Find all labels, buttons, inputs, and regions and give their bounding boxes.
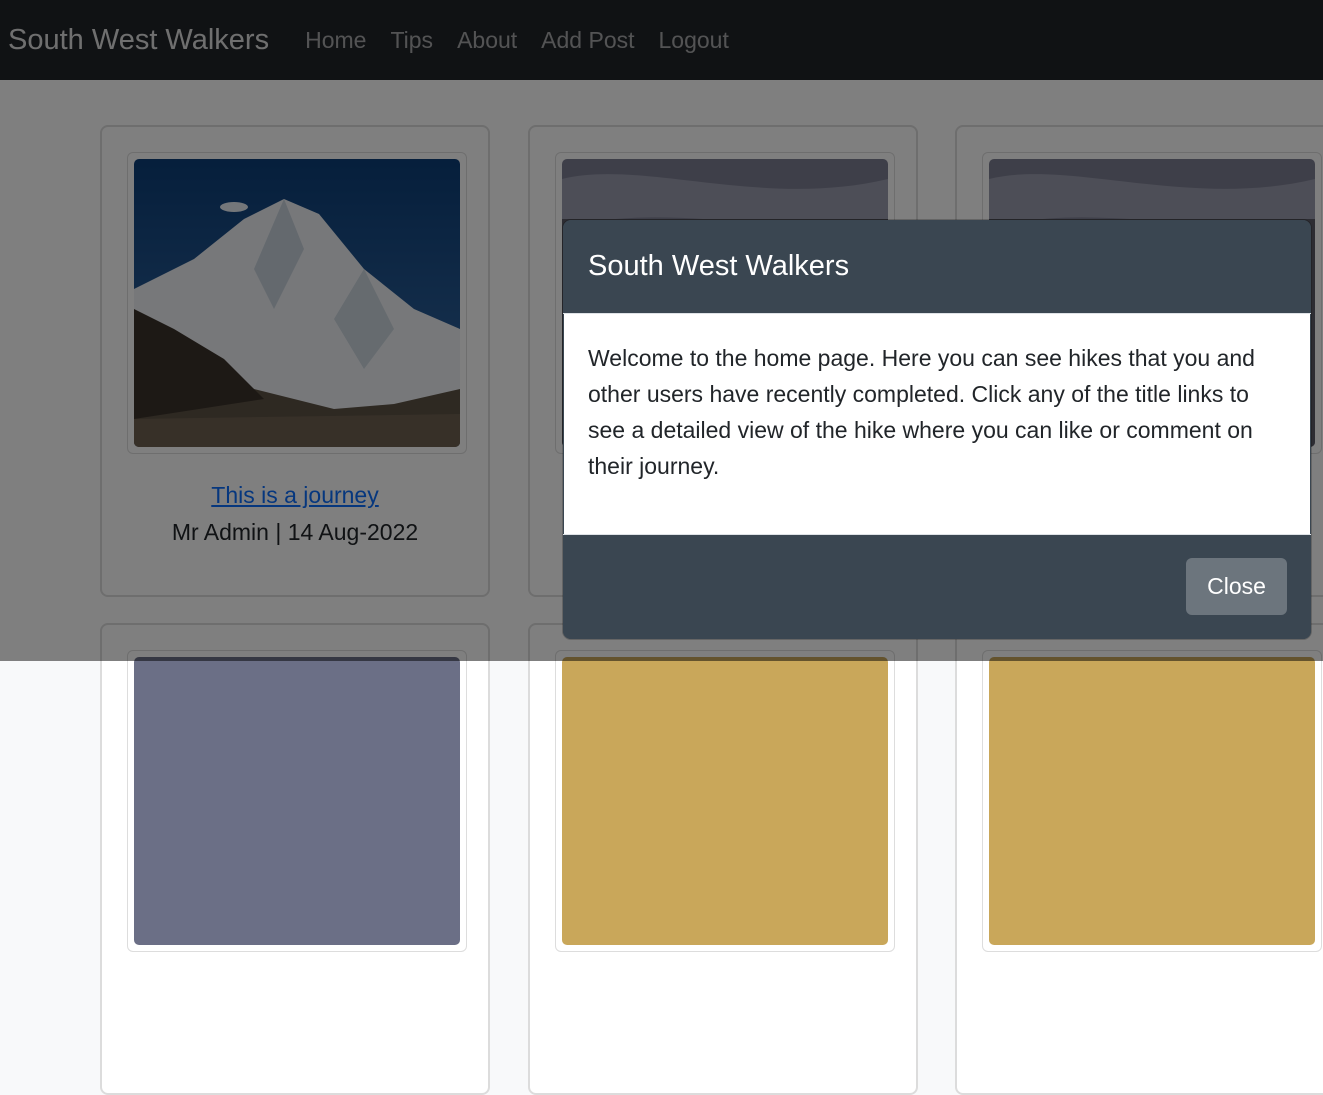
- post-thumbnail: [982, 650, 1322, 952]
- modal-header: South West Walkers: [563, 220, 1311, 314]
- post-thumbnail: [555, 650, 895, 952]
- modal-body: Welcome to the home page. Here you can s…: [564, 314, 1310, 534]
- post-thumbnail: [127, 650, 467, 952]
- modal-title: South West Walkers: [588, 250, 850, 282]
- post-card: [528, 623, 918, 1095]
- post-image: [562, 657, 888, 945]
- post-image: [989, 657, 1315, 945]
- close-button[interactable]: Close: [1186, 558, 1287, 615]
- post-card: [955, 623, 1323, 1095]
- post-card: [100, 623, 490, 1095]
- modal-footer: Close: [563, 534, 1311, 639]
- welcome-modal: South West Walkers Welcome to the home p…: [563, 220, 1311, 639]
- modal-body-text: Welcome to the home page. Here you can s…: [588, 345, 1255, 479]
- post-image: [134, 657, 460, 945]
